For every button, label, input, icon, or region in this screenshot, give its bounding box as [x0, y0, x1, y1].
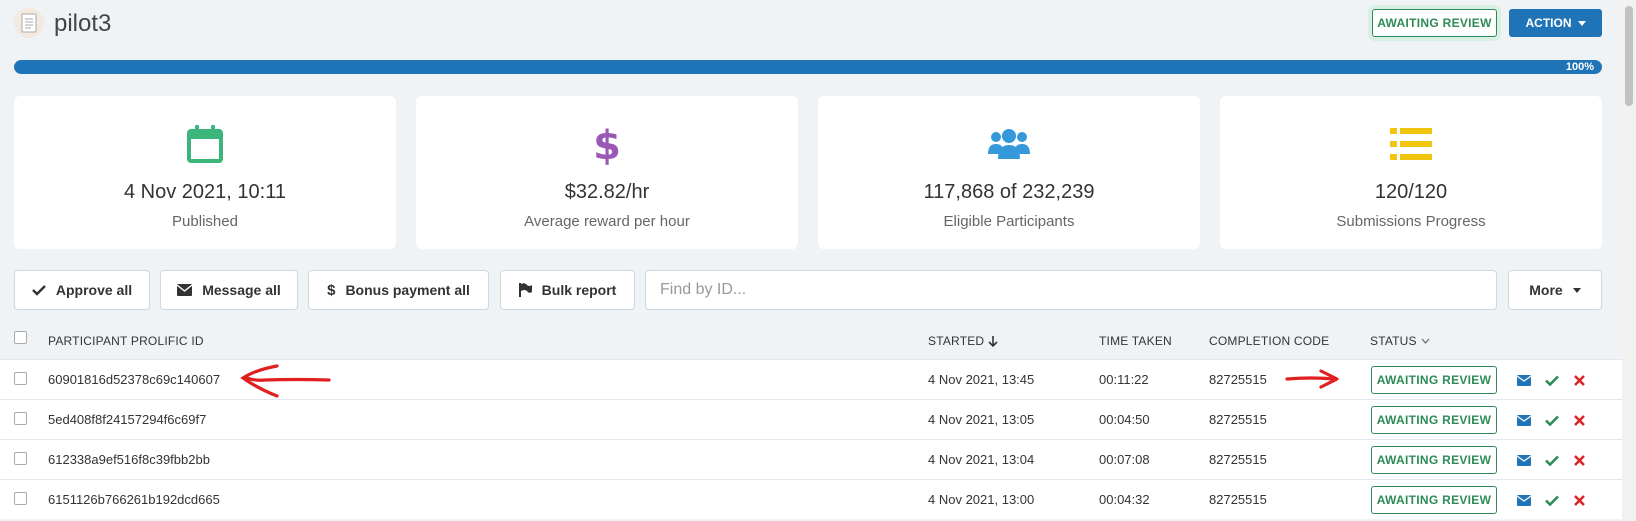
select-all-checkbox[interactable] — [14, 331, 27, 344]
column-header-completion-code[interactable]: COMPLETION CODE — [1209, 334, 1329, 348]
time-taken: 00:04:50 — [1099, 412, 1150, 427]
column-header-started-label: STARTED — [928, 334, 985, 348]
participant-id: 612338a9ef516f8c39fbb2bb — [48, 452, 210, 467]
more-button[interactable]: More — [1508, 270, 1602, 310]
approve-all-label: Approve all — [55, 282, 133, 298]
reject-icon[interactable] — [1572, 373, 1586, 387]
stat-card-eligible: 117,868 of 232,239 Eligible Participants — [818, 96, 1200, 249]
find-by-id-input[interactable] — [645, 270, 1497, 310]
flag-icon — [518, 283, 532, 297]
column-header-status-label: STATUS — [1370, 334, 1417, 348]
submissions-progress-label: Submissions Progress — [1336, 213, 1486, 230]
bonus-payment-all-label: Bonus payment all — [345, 282, 470, 298]
completion-code: 82725515 — [1209, 412, 1267, 427]
status-badge: AWAITING REVIEW — [1371, 486, 1497, 514]
row-checkbox[interactable] — [14, 452, 27, 465]
bonus-payment-all-button[interactable]: $ Bonus payment all — [308, 270, 489, 310]
approve-icon[interactable] — [1545, 373, 1559, 387]
study-header: pilot3 AWAITING REVIEW ACTION — [0, 0, 1620, 50]
message-participant-icon[interactable] — [1517, 453, 1531, 467]
started-time: 4 Nov 2021, 13:00 — [928, 492, 1035, 507]
started-time: 4 Nov 2021, 13:45 — [928, 372, 1035, 387]
message-participant-icon[interactable] — [1517, 413, 1531, 427]
reject-icon[interactable] — [1572, 493, 1586, 507]
sort-arrow-down-icon — [988, 335, 998, 347]
participant-id: 6151126b766261b192dcd665 — [48, 492, 220, 507]
caret-down-icon — [1577, 20, 1586, 26]
row-checkbox[interactable] — [14, 372, 27, 385]
average-reward-value: $32.82/hr — [564, 181, 650, 203]
progress-fill — [14, 60, 1602, 74]
time-taken: 00:07:08 — [1099, 452, 1150, 467]
table-row[interactable]: 6151126b766261b192dcd665 4 Nov 2021, 13:… — [0, 479, 1622, 519]
page-title: pilot3 — [54, 10, 112, 37]
stat-card-published: 4 Nov 2021, 10:11 Published — [14, 96, 396, 249]
message-participant-icon[interactable] — [1517, 373, 1531, 387]
action-button[interactable]: ACTION — [1509, 9, 1602, 37]
completion-code: 82725515 — [1209, 372, 1267, 387]
column-header-time-taken[interactable]: TIME TAKEN — [1099, 334, 1172, 348]
caret-down-icon — [1572, 287, 1581, 293]
completion-code: 82725515 — [1209, 452, 1267, 467]
reject-icon[interactable] — [1572, 413, 1586, 427]
users-icon — [988, 129, 1030, 159]
status-badge: AWAITING REVIEW — [1371, 446, 1497, 474]
column-header-participant-id[interactable]: PARTICIPANT PROLIFIC ID — [48, 334, 204, 348]
dollar-sign-icon: $ — [327, 281, 336, 299]
column-header-status[interactable]: STATUS — [1370, 334, 1430, 348]
check-icon — [32, 285, 46, 296]
stat-card-reward: $ $32.82/hr Average reward per hour — [416, 96, 798, 249]
list-icon — [1390, 128, 1432, 160]
table-row[interactable]: 60901816d52378c69c140607 4 Nov 2021, 13:… — [0, 359, 1622, 399]
approve-icon[interactable] — [1545, 453, 1559, 467]
average-reward-label: Average reward per hour — [524, 213, 690, 230]
bulk-report-button[interactable]: Bulk report — [500, 270, 635, 310]
published-date: 4 Nov 2021, 10:11 — [124, 181, 286, 203]
participant-id: 5ed408f8f24157294f6c69f7 — [48, 412, 207, 427]
scrollbar-thumb[interactable] — [1625, 6, 1633, 106]
svg-text:$: $ — [593, 123, 621, 165]
completion-code: 82725515 — [1209, 492, 1267, 507]
approve-icon[interactable] — [1545, 493, 1559, 507]
eligible-participants-value: 117,868 of 232,239 — [923, 181, 1095, 203]
submissions-progress-bar: 100% — [14, 60, 1602, 74]
document-icon — [21, 13, 37, 33]
message-participant-icon[interactable] — [1517, 493, 1531, 507]
row-checkbox[interactable] — [14, 412, 27, 425]
action-button-label: ACTION — [1525, 16, 1572, 30]
message-all-label: Message all — [202, 282, 281, 298]
column-header-started[interactable]: STARTED — [928, 334, 998, 348]
time-taken: 00:11:22 — [1099, 372, 1149, 387]
table-row[interactable]: 612338a9ef516f8c39fbb2bb 4 Nov 2021, 13:… — [0, 439, 1622, 479]
status-badge: AWAITING REVIEW — [1371, 366, 1497, 394]
time-taken: 00:04:32 — [1099, 492, 1150, 507]
dollar-icon: $ — [593, 123, 621, 165]
published-label: Published — [172, 213, 238, 230]
more-label: More — [1529, 282, 1563, 298]
approve-icon[interactable] — [1545, 413, 1559, 427]
calendar-icon — [187, 125, 223, 163]
started-time: 4 Nov 2021, 13:05 — [928, 412, 1035, 427]
vertical-scrollbar[interactable] — [1622, 0, 1636, 521]
eligible-participants-label: Eligible Participants — [943, 213, 1075, 230]
bulk-report-label: Bulk report — [541, 282, 617, 298]
status-badge: AWAITING REVIEW — [1371, 406, 1497, 434]
row-checkbox[interactable] — [14, 492, 27, 505]
reject-icon[interactable] — [1572, 453, 1586, 467]
envelope-icon — [177, 284, 193, 296]
stat-card-submissions: 120/120 Submissions Progress — [1220, 96, 1602, 249]
study-logo — [14, 8, 44, 38]
submissions-progress-value: 120/120 — [1374, 181, 1448, 203]
message-all-button[interactable]: Message all — [160, 270, 298, 310]
chevron-down-icon — [1421, 338, 1430, 344]
table-row[interactable]: 5ed408f8f24157294f6c69f7 4 Nov 2021, 13:… — [0, 399, 1622, 439]
approve-all-button[interactable]: Approve all — [14, 270, 150, 310]
started-time: 4 Nov 2021, 13:04 — [928, 452, 1035, 467]
study-status-badge: AWAITING REVIEW — [1372, 9, 1497, 37]
progress-label: 100% — [1565, 61, 1594, 73]
participant-id: 60901816d52378c69c140607 — [48, 372, 221, 387]
